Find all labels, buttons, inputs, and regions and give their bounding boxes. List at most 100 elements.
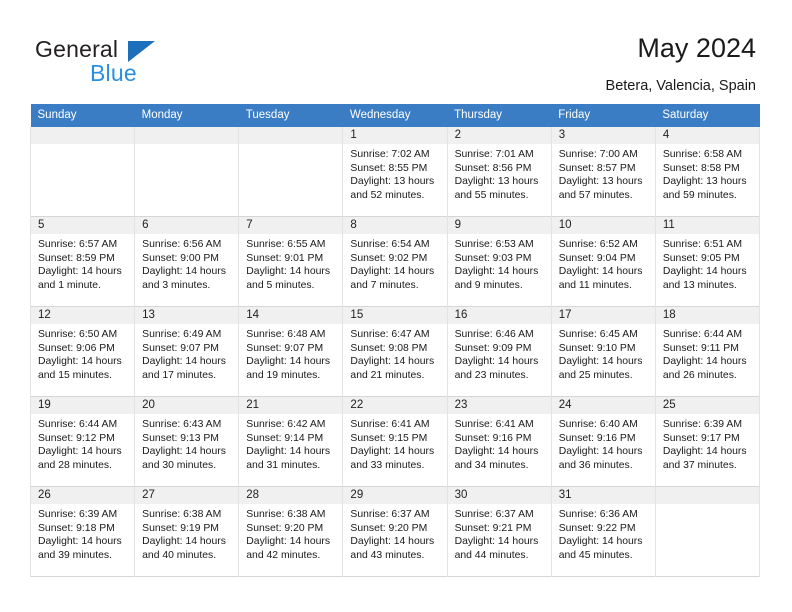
sunset-time: Sunset: 8:59 PM bbox=[38, 252, 115, 264]
day-number: 24 bbox=[551, 397, 655, 414]
calendar-week-row: 1 Sunrise: 7:02 AM Sunset: 8:55 PM Daylight… bbox=[29, 127, 761, 217]
calendar-body: 1 Sunrise: 7:02 AM Sunset: 8:55 PM Daylight… bbox=[29, 127, 761, 577]
sunset-time: Sunset: 8:55 PM bbox=[350, 162, 428, 174]
daylight-duration-line2: and 1 minute. bbox=[38, 279, 101, 291]
daylight-duration-line2: and 39 minutes. bbox=[38, 549, 112, 561]
daylight-duration-line2: and 19 minutes. bbox=[246, 369, 321, 381]
calendar-day-cell: 12 Sunrise: 6:50 AM Sunset: 9:06 PM Dayligh… bbox=[29, 306, 136, 397]
calendar-day-cell: 27 Sunrise: 6:38 AM Sunset: 9:19 PM Dayligh… bbox=[134, 486, 240, 577]
weekday-header-tuesday: Tuesday bbox=[238, 104, 343, 127]
sunset-time: Sunset: 9:22 PM bbox=[558, 522, 636, 534]
day-number bbox=[135, 127, 239, 144]
day-details: Sunrise: 6:43 AM Sunset: 9:13 PM Daylight:… bbox=[135, 414, 238, 472]
sunrise-time: Sunrise: 6:43 AM bbox=[142, 419, 222, 430]
weekday-header-monday: Monday bbox=[134, 104, 239, 127]
daylight-duration-line1: Daylight: 14 hours bbox=[454, 446, 539, 458]
calendar-week-row: 26 Sunrise: 6:39 AM Sunset: 9:18 PM Dayligh… bbox=[29, 486, 761, 577]
day-details: Sunrise: 6:50 AM Sunset: 9:06 PM Daylight:… bbox=[31, 324, 134, 382]
calendar-day-cell: 30 Sunrise: 6:37 AM Sunset: 9:21 PM Dayligh… bbox=[446, 486, 552, 577]
sunrise-time: Sunrise: 6:36 AM bbox=[558, 509, 638, 520]
calendar-week-row: 12 Sunrise: 6:50 AM Sunset: 9:06 PM Dayligh… bbox=[29, 306, 761, 397]
day-number: 9 bbox=[447, 217, 551, 234]
day-details: Sunrise: 6:37 AM Sunset: 9:21 PM Daylight:… bbox=[448, 504, 551, 562]
calendar-day-cell: 2 Sunrise: 7:01 AM Sunset: 8:56 PM Daylight… bbox=[446, 127, 552, 217]
daylight-duration-line2: and 28 minutes. bbox=[38, 459, 112, 471]
day-details: Sunrise: 6:36 AM Sunset: 9:22 PM Daylight:… bbox=[552, 504, 655, 562]
day-number: 23 bbox=[447, 397, 551, 414]
calendar-day-cell: 25 Sunrise: 6:39 AM Sunset: 9:17 PM Dayligh… bbox=[654, 396, 761, 487]
sunset-time: Sunset: 8:56 PM bbox=[454, 162, 532, 174]
day-details: Sunrise: 6:44 AM Sunset: 9:12 PM Daylight:… bbox=[31, 414, 134, 472]
day-number: 20 bbox=[135, 397, 239, 414]
daylight-duration-line2: and 13 minutes. bbox=[662, 279, 737, 291]
day-details: Sunrise: 6:41 AM Sunset: 9:16 PM Daylight:… bbox=[448, 414, 551, 472]
sunrise-time: Sunrise: 6:44 AM bbox=[38, 419, 118, 430]
day-number: 6 bbox=[135, 217, 239, 234]
daylight-duration-line2: and 26 minutes. bbox=[662, 369, 737, 381]
daylight-duration-line1: Daylight: 14 hours bbox=[142, 266, 226, 278]
sunrise-time: Sunrise: 6:50 AM bbox=[38, 329, 118, 340]
daylight-duration-line1: Daylight: 13 hours bbox=[662, 176, 747, 188]
daylight-duration-line2: and 21 minutes. bbox=[350, 369, 425, 381]
calendar-day-cell: 9 Sunrise: 6:53 AM Sunset: 9:03 PM Daylight… bbox=[446, 216, 552, 307]
daylight-duration-line2: and 25 minutes. bbox=[558, 369, 633, 381]
weekday-header-saturday: Saturday bbox=[655, 104, 760, 127]
calendar-day-cell: 3 Sunrise: 7:00 AM Sunset: 8:57 PM Daylight… bbox=[550, 127, 656, 217]
weekday-header-friday: Friday bbox=[551, 104, 656, 127]
daylight-duration-line1: Daylight: 14 hours bbox=[454, 356, 539, 368]
calendar-day-cell: 10 Sunrise: 6:52 AM Sunset: 9:04 PM Dayligh… bbox=[550, 216, 656, 307]
calendar-page: General Blue May 2024 Betera, Valencia, … bbox=[0, 0, 792, 612]
calendar-day-cell: 19 Sunrise: 6:44 AM Sunset: 9:12 PM Dayligh… bbox=[29, 396, 136, 487]
daylight-duration-line2: and 30 minutes. bbox=[142, 459, 217, 471]
day-number bbox=[239, 127, 343, 144]
daylight-duration-line1: Daylight: 14 hours bbox=[558, 356, 643, 368]
day-number: 8 bbox=[343, 217, 447, 234]
sunrise-time: Sunrise: 6:44 AM bbox=[662, 329, 742, 340]
daylight-duration-line1: Daylight: 14 hours bbox=[662, 266, 747, 278]
sunset-time: Sunset: 9:02 PM bbox=[350, 252, 428, 264]
daylight-duration-line1: Daylight: 14 hours bbox=[142, 446, 226, 458]
sunset-time: Sunset: 9:03 PM bbox=[454, 252, 532, 264]
generalblue-logo: General Blue bbox=[35, 36, 235, 88]
day-details: Sunrise: 7:02 AM Sunset: 8:55 PM Daylight:… bbox=[343, 144, 446, 202]
daylight-duration-line1: Daylight: 14 hours bbox=[662, 446, 747, 458]
calendar-day-cell: 6 Sunrise: 6:56 AM Sunset: 9:00 PM Daylight… bbox=[134, 216, 240, 307]
calendar-day-cell: 16 Sunrise: 6:46 AM Sunset: 9:09 PM Dayligh… bbox=[446, 306, 552, 397]
daylight-duration-line1: Daylight: 14 hours bbox=[38, 446, 122, 458]
day-number: 11 bbox=[655, 217, 759, 234]
day-details: Sunrise: 6:40 AM Sunset: 9:16 PM Daylight:… bbox=[552, 414, 655, 472]
sunset-time: Sunset: 9:11 PM bbox=[662, 342, 739, 354]
calendar-day-cell: 28 Sunrise: 6:38 AM Sunset: 9:20 PM Dayligh… bbox=[238, 486, 344, 577]
sunset-time: Sunset: 9:19 PM bbox=[142, 522, 219, 534]
daylight-duration-line1: Daylight: 14 hours bbox=[350, 356, 435, 368]
daylight-duration-line2: and 42 minutes. bbox=[246, 549, 321, 561]
sunset-time: Sunset: 9:17 PM bbox=[662, 432, 740, 444]
daylight-duration-line2: and 43 minutes. bbox=[350, 549, 425, 561]
day-number: 19 bbox=[31, 397, 135, 414]
sunset-time: Sunset: 9:04 PM bbox=[558, 252, 636, 264]
daylight-duration-line2: and 5 minutes. bbox=[246, 279, 315, 291]
calendar-day-cell: 23 Sunrise: 6:41 AM Sunset: 9:16 PM Dayligh… bbox=[446, 396, 552, 487]
weekday-header-sunday: Sunday bbox=[30, 104, 135, 127]
sunset-time: Sunset: 9:07 PM bbox=[246, 342, 324, 354]
daylight-duration-line2: and 23 minutes. bbox=[454, 369, 529, 381]
daylight-duration-line1: Daylight: 14 hours bbox=[350, 446, 435, 458]
daylight-duration-line1: Daylight: 14 hours bbox=[350, 266, 435, 278]
daylight-duration-line2: and 52 minutes. bbox=[350, 189, 425, 201]
calendar-day-cell: 31 Sunrise: 6:36 AM Sunset: 9:22 PM Dayligh… bbox=[550, 486, 656, 577]
day-details: Sunrise: 6:42 AM Sunset: 9:14 PM Daylight:… bbox=[239, 414, 342, 472]
weekday-header-thursday: Thursday bbox=[447, 104, 552, 127]
sunset-time: Sunset: 9:20 PM bbox=[246, 522, 324, 534]
sunrise-time: Sunrise: 7:01 AM bbox=[454, 149, 534, 160]
day-details: Sunrise: 6:41 AM Sunset: 9:15 PM Daylight:… bbox=[343, 414, 446, 472]
day-number: 1 bbox=[343, 127, 447, 144]
day-details: Sunrise: 6:38 AM Sunset: 9:19 PM Daylight:… bbox=[135, 504, 238, 562]
weekday-header-wednesday: Wednesday bbox=[342, 104, 448, 127]
sunrise-time: Sunrise: 6:45 AM bbox=[558, 329, 638, 340]
sunrise-time: Sunrise: 6:53 AM bbox=[454, 239, 534, 250]
calendar-day-cell: 4 Sunrise: 6:58 AM Sunset: 8:58 PM Daylight… bbox=[654, 127, 761, 217]
day-number: 17 bbox=[551, 307, 655, 324]
day-details: Sunrise: 6:57 AM Sunset: 8:59 PM Daylight:… bbox=[31, 234, 134, 292]
day-number: 13 bbox=[135, 307, 239, 324]
calendar-day-cell: 14 Sunrise: 6:48 AM Sunset: 9:07 PM Dayligh… bbox=[238, 306, 344, 397]
